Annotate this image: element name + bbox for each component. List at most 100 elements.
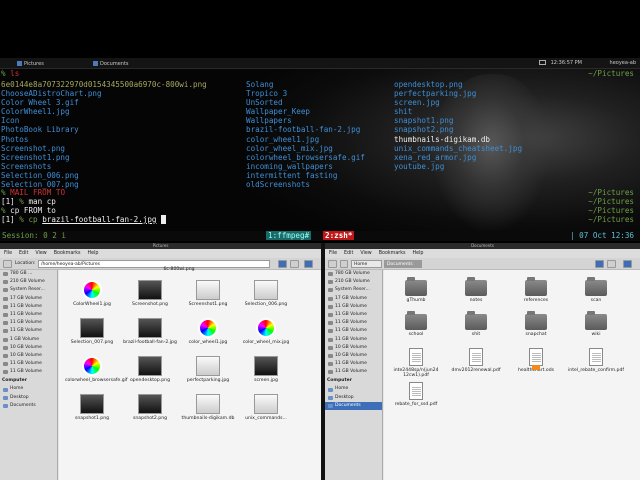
- breadcrumb-home[interactable]: Home: [351, 260, 382, 268]
- terminal-line-current[interactable]: [1] % cp brazil-football-fan-2.jpg _: [1, 215, 166, 224]
- breadcrumb-left-icon[interactable]: [340, 260, 348, 268]
- file-item[interactable]: ColorWheel1.jpg: [65, 280, 119, 307]
- menu-view[interactable]: View: [35, 251, 46, 256]
- file-item[interactable]: inte2448sp/n(jun24 12cw1).pdf: [388, 348, 444, 378]
- sidebar-item-device[interactable]: 11 GB Volume: [325, 303, 382, 311]
- taskbar-item-documents[interactable]: Documents: [90, 59, 132, 68]
- sidebar-item-device[interactable]: 17 GB Volume: [325, 295, 382, 303]
- sidebar-item-documents[interactable]: Documents: [325, 401, 382, 410]
- sidebar-item-device[interactable]: 11 GB Volume: [0, 319, 57, 327]
- sidebar-item-device[interactable]: 10 GB Volume: [0, 352, 57, 360]
- file-item[interactable]: gThumb: [388, 277, 444, 303]
- sidebar-item-device[interactable]: 11 GB Volume: [325, 327, 382, 335]
- sidebar-item-device[interactable]: 780 GB ...: [0, 270, 57, 278]
- sidebar-item-device[interactable]: 11 GB Volume: [325, 319, 382, 327]
- sidebar-item-documents[interactable]: Documents: [0, 402, 57, 410]
- menu-help[interactable]: Help: [88, 251, 99, 256]
- sidebar-item-device[interactable]: 11 GB Volume: [325, 360, 382, 368]
- folder-icon: [585, 277, 607, 296]
- file-item[interactable]: color_wheel1.jpg: [181, 318, 235, 345]
- sidebar-item-home[interactable]: Home: [325, 385, 382, 393]
- edit-location-icon[interactable]: [3, 260, 12, 268]
- sidebar-item-device[interactable]: 11 GB Volume: [325, 336, 382, 344]
- sidebar-item-device[interactable]: 1 GB Volume: [0, 336, 57, 344]
- sidebar-item-device[interactable]: 210 GB Volume: [325, 278, 382, 286]
- panel-clock[interactable]: 12:36:57 PM: [551, 60, 582, 66]
- file-item[interactable]: Screenshot.png: [123, 280, 177, 307]
- breadcrumb-documents[interactable]: Documents: [384, 260, 422, 268]
- sidebar-item-device[interactable]: 10 GB Volume: [325, 344, 382, 352]
- sidebar-item-device[interactable]: 210 GB Volume: [0, 278, 57, 286]
- sidebar-item-device[interactable]: 11 GB Volume: [325, 311, 382, 319]
- sidebar-item-device[interactable]: 10 GB Volume: [325, 352, 382, 360]
- sidebar-item-device[interactable]: 10 GB Volume: [0, 344, 57, 352]
- file-grid[interactable]: gThumb notes references scan school shit snapc…: [384, 270, 640, 480]
- file-item[interactable]: snapshot2.png: [123, 394, 177, 421]
- file-name: inte2448sp/n(jun24 12cw1).pdf: [393, 368, 439, 379]
- sidebar-item-device[interactable]: 11 GB Volume: [0, 368, 57, 376]
- drive-icon: [3, 321, 8, 326]
- file-item[interactable]: color_wheel_mix.jpg: [239, 318, 293, 345]
- file-item[interactable]: notes: [448, 277, 504, 303]
- menu-file[interactable]: File: [329, 251, 337, 256]
- menu-help[interactable]: Help: [413, 251, 424, 256]
- menu-edit[interactable]: Edit: [19, 251, 28, 256]
- back-arrow-icon[interactable]: [278, 260, 287, 268]
- file-item[interactable]: scan: [568, 277, 624, 303]
- file-item[interactable]: snapshot1.png: [65, 394, 119, 421]
- file-item[interactable]: rebate_for_ssd.pdf: [388, 382, 444, 407]
- file-item[interactable]: wiki: [568, 311, 624, 337]
- sidebar-item-home[interactable]: Home: [0, 385, 57, 393]
- tmux-window-1[interactable]: 1:ffmpeg#: [266, 231, 312, 240]
- file-grid[interactable]: 6c-800wi.png ColorWheel1.jpg Screenshot.p…: [59, 267, 321, 480]
- file-item[interactable]: healthchart.ods: [508, 348, 564, 373]
- sidebar-item-device[interactable]: System Reser...: [0, 286, 57, 294]
- sidebar-item-device[interactable]: 11 GB Volume: [0, 360, 57, 368]
- sidebar-item-device[interactable]: System Reser...: [325, 286, 382, 294]
- ls-entry: color_wheel_mix.jpg: [246, 143, 333, 153]
- file-item[interactable]: snapchat: [508, 311, 564, 337]
- menu-edit[interactable]: Edit: [344, 251, 353, 256]
- up-arrow-icon[interactable]: [623, 260, 632, 268]
- file-item[interactable]: colorwheel_browsersafe.gif: [65, 356, 128, 383]
- panel-user[interactable]: heoyea-ab: [610, 60, 636, 66]
- mail-icon[interactable]: [539, 60, 546, 65]
- forward-arrow-icon[interactable]: [290, 260, 299, 268]
- tmux-window-2[interactable]: 2:zsh*: [323, 231, 355, 240]
- ls-entry: youtube.jpg: [394, 161, 445, 171]
- file-item[interactable]: Screenshot1.png: [181, 280, 235, 307]
- sidebar-item-desktop[interactable]: Desktop: [325, 394, 382, 402]
- menu-bookmarks[interactable]: Bookmarks: [54, 251, 81, 256]
- menu-file[interactable]: File: [4, 251, 12, 256]
- sidebar-item-device[interactable]: 11 GB Volume: [0, 311, 57, 319]
- sidebar-item-device[interactable]: 11 GB Volume: [325, 368, 382, 376]
- terminal-window[interactable]: % ls ~/Pictures 6e0144e8a707322970d01543…: [0, 69, 640, 241]
- file-item[interactable]: school: [388, 311, 444, 337]
- file-item[interactable]: opendesktop.png: [123, 356, 177, 383]
- image-thumbnail-icon: [198, 318, 218, 338]
- taskbar-item-pictures[interactable]: Pictures: [14, 59, 47, 68]
- forward-arrow-icon[interactable]: [607, 260, 616, 268]
- menu-view[interactable]: View: [360, 251, 371, 256]
- file-item[interactable]: Selection_006.png: [239, 280, 293, 307]
- back-arrow-icon[interactable]: [595, 260, 604, 268]
- sidebar-item-device[interactable]: 780 GB Volume: [325, 270, 382, 278]
- sidebar-item-device[interactable]: 11 GB Volume: [0, 327, 57, 335]
- file-item[interactable]: screen.jpg: [239, 356, 293, 383]
- edit-location-icon[interactable]: [328, 260, 337, 268]
- file-item[interactable]: brazil-football-fan-2.jpg: [123, 318, 177, 345]
- sidebar-item-desktop[interactable]: Desktop: [0, 394, 57, 402]
- file-item[interactable]: perfectparking.jpg: [181, 356, 235, 383]
- sidebar-item-device[interactable]: 17 GB Volume: [0, 295, 57, 303]
- file-item[interactable]: thumbnails-digikam.db: [181, 394, 235, 421]
- file-item[interactable]: intel_rebate_confirm.pdf: [568, 348, 624, 373]
- file-item[interactable]: dmv2012renewal.pdf: [448, 348, 504, 373]
- file-item[interactable]: shit: [448, 311, 504, 337]
- menu-bookmarks[interactable]: Bookmarks: [379, 251, 406, 256]
- file-item[interactable]: unix_commands...: [239, 394, 293, 421]
- file-item[interactable]: references: [508, 277, 564, 303]
- up-arrow-icon[interactable]: [304, 260, 313, 268]
- ls-entry: xena_red_armor.jpg: [394, 152, 477, 162]
- sidebar-item-device[interactable]: 11 GB Volume: [0, 303, 57, 311]
- file-item[interactable]: Selection_007.png: [65, 318, 119, 345]
